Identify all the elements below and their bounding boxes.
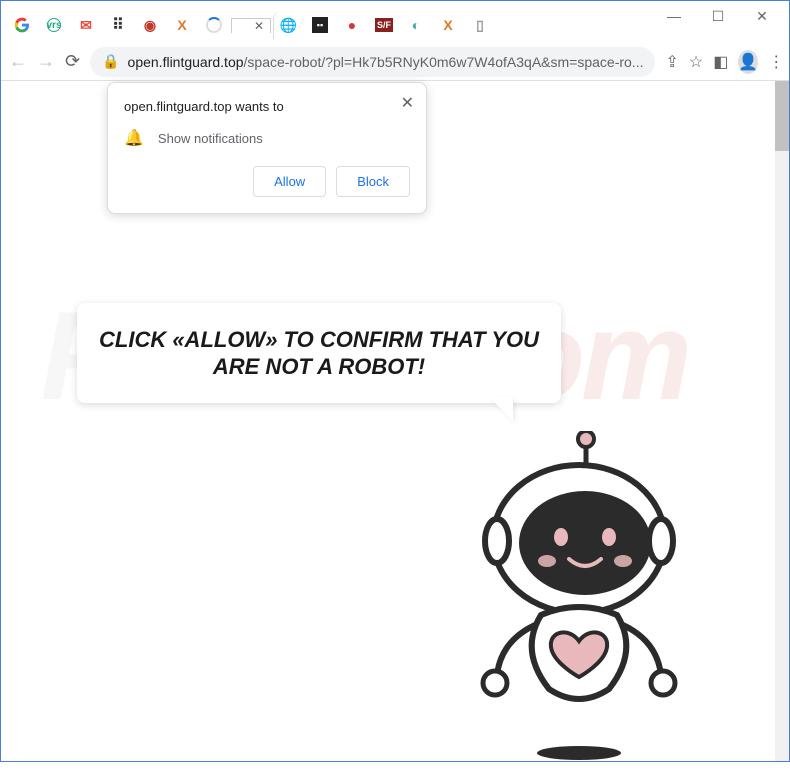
url-domain: open.flintguard.top bbox=[128, 54, 244, 70]
reload-button[interactable]: ⟳ bbox=[65, 51, 80, 72]
tab-2[interactable]: vrs bbox=[39, 11, 69, 39]
prompt-title: open.flintguard.top wants to bbox=[124, 99, 410, 114]
tab-4[interactable]: ⠿ bbox=[103, 11, 133, 39]
robot-image bbox=[441, 431, 701, 776]
page-icon: ▯ bbox=[472, 17, 488, 33]
forward-button[interactable]: → bbox=[37, 51, 55, 72]
dark-square-icon: ▪▪ bbox=[312, 17, 328, 33]
speech-bubble-text: CLICK «ALLOW» TO CONFIRM THAT YOU ARE NO… bbox=[95, 326, 543, 381]
page-content: PCrisk.com ✕ open.flintguard.top wants t… bbox=[1, 81, 789, 761]
sf-icon: S/F bbox=[375, 18, 393, 32]
maximize-button[interactable]: ☐ bbox=[696, 2, 740, 30]
close-window-button[interactable]: ✕ bbox=[740, 2, 784, 30]
x-icon: X bbox=[174, 17, 190, 33]
prompt-close-button[interactable]: ✕ bbox=[401, 93, 414, 113]
tab-active[interactable]: ✕ bbox=[231, 18, 271, 33]
tab-6[interactable]: X bbox=[167, 11, 197, 39]
tab-9[interactable]: ▪▪ bbox=[305, 11, 335, 39]
tab-close-icon[interactable]: ✕ bbox=[254, 19, 264, 33]
window-controls: — ☐ ✕ bbox=[652, 2, 788, 30]
bookmark-icon[interactable]: ☆ bbox=[689, 52, 703, 72]
eye-icon: ◉ bbox=[142, 17, 158, 33]
menu-icon[interactable]: ⋮ bbox=[768, 52, 784, 72]
tab-10[interactable]: ● bbox=[337, 11, 367, 39]
tab-google[interactable] bbox=[7, 11, 37, 39]
reader-icon[interactable]: ◧ bbox=[713, 52, 728, 72]
google-icon bbox=[14, 17, 30, 33]
bell-icon: 🔔 bbox=[124, 128, 144, 148]
allow-button[interactable]: Allow bbox=[253, 166, 326, 197]
minimize-button[interactable]: — bbox=[652, 2, 696, 30]
url-input[interactable]: 🔒 open.flintguard.top/space-robot/?pl=Hk… bbox=[90, 47, 655, 77]
back-button[interactable]: ← bbox=[9, 51, 27, 72]
url-path: /space-robot/?pl=Hk7b5RNyK0m6w7W4ofA3qA&… bbox=[244, 54, 644, 70]
x-orange-icon: X bbox=[440, 17, 456, 33]
block-button[interactable]: Block bbox=[336, 166, 410, 197]
tab-8[interactable]: 🌐 bbox=[273, 11, 303, 39]
vrs-icon: vrs bbox=[47, 18, 61, 32]
tab-11[interactable]: S/F bbox=[369, 11, 399, 39]
browser-window: — ☐ ✕ vrs ✉ ⠿ ◉ X ✕ 🌐 ▪▪ ● S/F ◐ X ▯ ← →… bbox=[0, 0, 790, 762]
profile-icon[interactable]: 👤 bbox=[738, 50, 758, 74]
tab-loading[interactable] bbox=[199, 11, 229, 39]
tab-3[interactable]: ✉ bbox=[71, 11, 101, 39]
lock-icon: 🔒 bbox=[102, 53, 119, 70]
cloud-icon: ◐ bbox=[408, 17, 424, 33]
tab-5[interactable]: ◉ bbox=[135, 11, 165, 39]
share-icon[interactable]: ⇪ bbox=[665, 52, 678, 72]
loading-spinner-icon bbox=[206, 17, 222, 33]
red-circle-icon: ● bbox=[344, 17, 360, 33]
address-bar: ← → ⟳ 🔒 open.flintguard.top/space-robot/… bbox=[1, 43, 789, 81]
speech-bubble: CLICK «ALLOW» TO CONFIRM THAT YOU ARE NO… bbox=[77, 303, 561, 403]
notification-permission-prompt: ✕ open.flintguard.top wants to 🔔 Show no… bbox=[107, 82, 427, 214]
tab-13[interactable]: X bbox=[433, 11, 463, 39]
prompt-permission-row: 🔔 Show notifications bbox=[124, 128, 410, 148]
tab-14[interactable]: ▯ bbox=[465, 11, 495, 39]
grid-icon: ⠿ bbox=[110, 17, 126, 33]
mail-icon: ✉ bbox=[78, 17, 94, 33]
globe-icon: 🌐 bbox=[281, 17, 297, 33]
tab-12[interactable]: ◐ bbox=[401, 11, 431, 39]
prompt-permission-label: Show notifications bbox=[158, 131, 263, 146]
vertical-scrollbar[interactable] bbox=[775, 81, 789, 761]
scrollbar-thumb[interactable] bbox=[775, 81, 789, 151]
